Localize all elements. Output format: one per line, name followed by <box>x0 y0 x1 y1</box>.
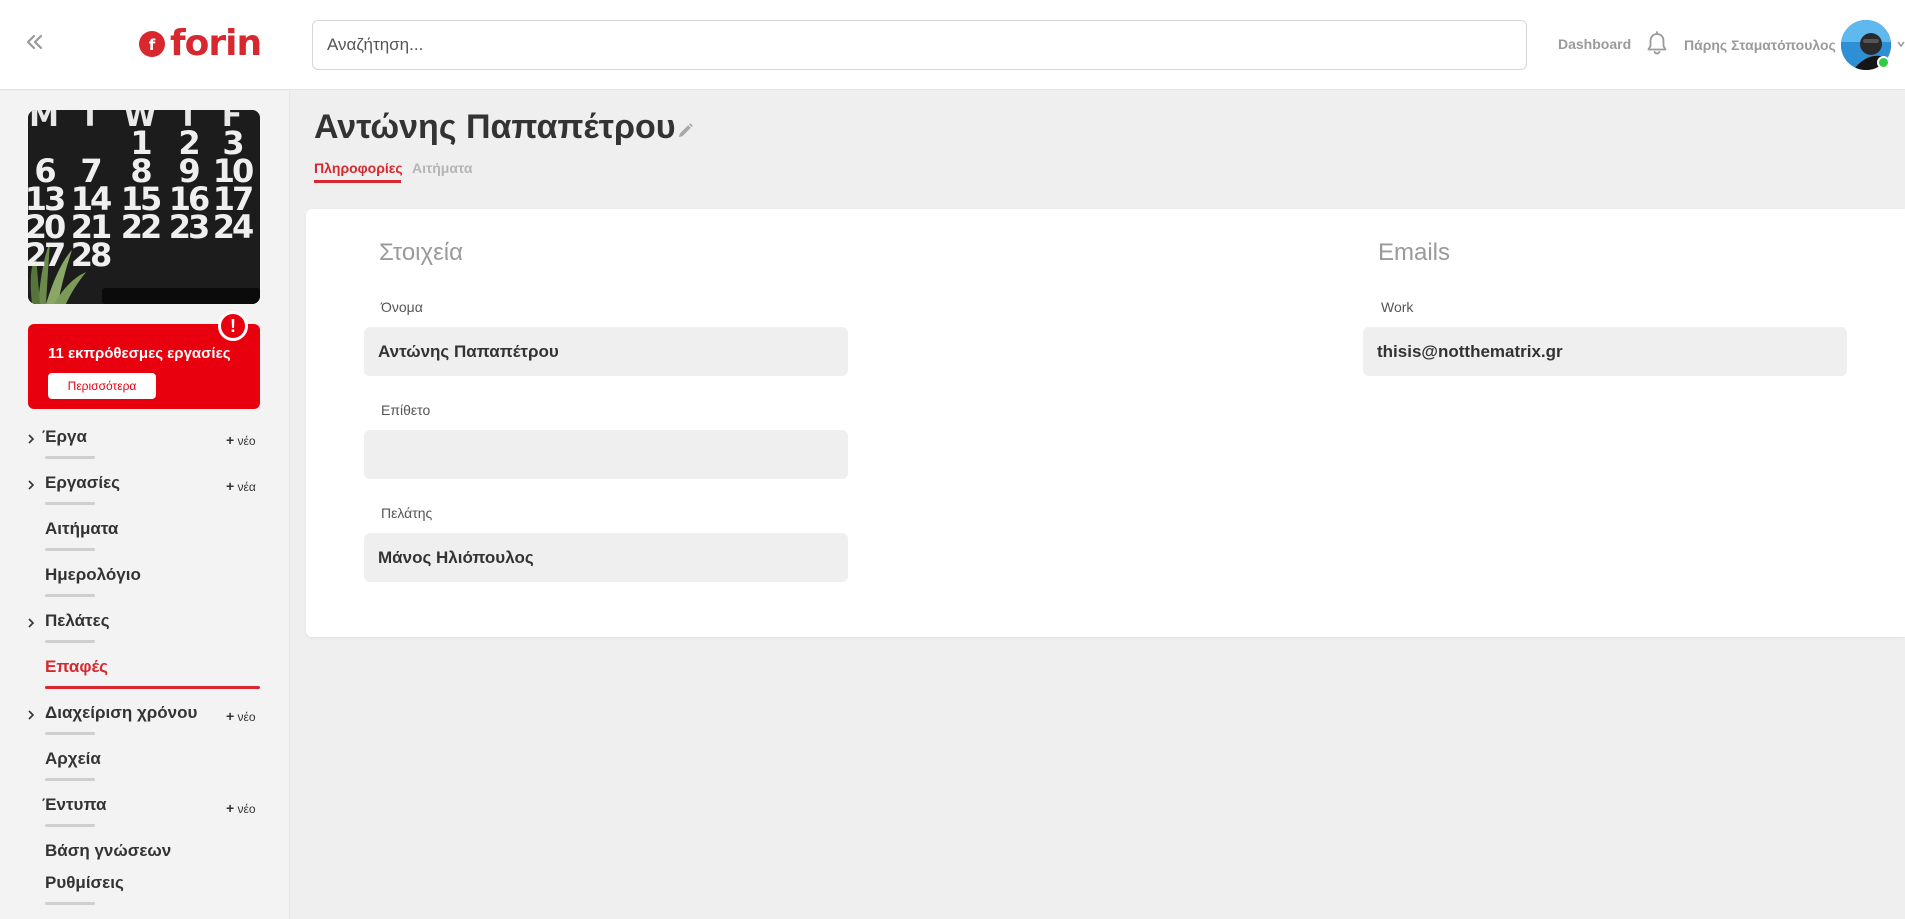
online-status-dot <box>1877 56 1890 69</box>
top-bar: f forin Dashboard Πάρης Σταματόπουλος <box>0 0 1905 90</box>
tab-active-underline <box>314 180 401 183</box>
sidebar-item-contacts[interactable]: Επαφές <box>0 653 290 693</box>
user-name[interactable]: Πάρης Σταματόπουλος <box>1684 37 1836 53</box>
chevron-right-icon[interactable] <box>26 617 36 629</box>
forin-logo-mark-icon: f <box>139 31 165 57</box>
sidebar-item-time-management[interactable]: Διαχείριση χρόνου + νέο <box>0 699 290 739</box>
add-new-label: νέο <box>237 710 256 724</box>
double-chevron-left-icon[interactable] <box>22 30 46 54</box>
chevron-down-icon[interactable] <box>1897 38 1905 50</box>
add-new-label: νέο <box>237 802 256 816</box>
last-name-label: Επίθετο <box>381 402 431 418</box>
sidebar-item-label: Βάση γνώσεων <box>45 841 172 860</box>
contact-details-card: Στοιχεία Όνομα Αντώνης Παπαπέτρου Επίθετ… <box>306 209 1905 637</box>
add-new-link[interactable]: + νέο <box>226 432 256 448</box>
dashboard-link[interactable]: Dashboard <box>1558 36 1631 52</box>
search-input[interactable] <box>312 20 1527 70</box>
sidebar-item-projects[interactable]: Έργα + νέο <box>0 423 290 463</box>
sidebar-item-files[interactable]: Αρχεία <box>0 745 290 785</box>
calendar-photo: MTWTF 1 2 3 6 7 8 9 10 13 14 15 16 17 20 21 22 23 24 27 28 <box>28 110 260 304</box>
page-title: Αντώνης Παπαπέτρου <box>314 108 676 146</box>
svg-text:f: f <box>149 36 156 54</box>
calendar-weekday-letter: M <box>29 110 59 134</box>
more-button[interactable]: Περισσότερα <box>48 373 156 399</box>
calendar-day-number: 27 <box>28 236 64 274</box>
logo-wordmark: forin <box>170 23 262 64</box>
sidebar-item-label: Έντυπα <box>42 795 107 814</box>
calendar-day-number: 22 <box>121 208 160 246</box>
nav-underline <box>45 824 95 827</box>
pencil-icon[interactable] <box>676 122 694 140</box>
nav-underline <box>45 640 95 643</box>
sidebar-item-label: Ρυθμίσεις <box>45 873 124 892</box>
add-new-link[interactable]: + νέα <box>226 478 256 494</box>
last-name-field[interactable] <box>364 430 848 479</box>
calendar-weekday-letter: T <box>80 110 101 134</box>
work-email-field[interactable]: thisis@notthematrix.gr <box>1363 327 1847 376</box>
nav-underline <box>45 594 95 597</box>
add-new-label: νέα <box>237 480 256 494</box>
sidebar-item-label: Εργασίες <box>45 473 121 492</box>
sidebar-item-tasks[interactable]: Εργασίες + νέα <box>0 469 290 509</box>
sidebar-item-label: Αιτήματα <box>45 519 119 538</box>
chevron-right-icon[interactable] <box>26 433 36 445</box>
calendar-photo-graphic: MTWTF 1 2 36 7 8 9 1013 14 15 16 1720 21 22 23 2427 28 <box>28 110 260 304</box>
client-label: Πελάτης <box>381 505 433 521</box>
sidebar-item-label: Διαχείριση χρόνου <box>45 703 198 722</box>
calendar-day-number: 24 <box>213 208 253 246</box>
work-email-label: Work <box>1381 299 1414 315</box>
nav-underline <box>45 902 95 905</box>
sidebar: MTWTF 1 2 3 6 7 8 9 10 13 14 15 16 17 20 21 22 23 24 27 28 … <box>0 91 290 919</box>
nav-active-underline <box>45 686 260 689</box>
sidebar-item-label: Ημερολόγιο <box>45 565 141 584</box>
sidebar-item-forms[interactable]: Έντυπα + νέο <box>0 791 290 831</box>
chevron-right-icon[interactable] <box>26 709 36 721</box>
first-name-label: Όνομα <box>381 299 423 315</box>
tab-info[interactable]: Πληροφορίες <box>314 160 403 176</box>
sidebar-item-settings[interactable]: Ρυθμίσεις <box>0 869 290 909</box>
nav-underline <box>45 456 95 459</box>
nav-underline <box>45 502 95 505</box>
calendar-day-number: 23 <box>169 208 208 246</box>
client-field[interactable]: Μάνος Ηλιόπουλος <box>364 533 848 582</box>
forin-logo[interactable]: f forin <box>138 23 262 64</box>
nav-underline <box>45 732 95 735</box>
sidebar-item-label: Αρχεία <box>45 749 101 768</box>
nav-underline <box>45 548 95 551</box>
add-new-link[interactable]: + νέο <box>226 800 256 816</box>
sidebar-item-label: Πελάτες <box>45 611 110 630</box>
emails-section-title: Emails <box>1378 239 1451 266</box>
sidebar-item-requests[interactable]: Αιτήματα <box>0 515 290 555</box>
chevron-right-icon[interactable] <box>26 479 36 491</box>
nav-underline <box>45 778 95 781</box>
sidebar-item-calendar[interactable]: Ημερολόγιο <box>0 561 290 601</box>
tab-requests[interactable]: Αιτήματα <box>412 160 472 176</box>
first-name-field[interactable]: Αντώνης Παπαπέτρου <box>364 327 848 376</box>
sidebar-item-clients[interactable]: Πελάτες <box>0 607 290 647</box>
sidebar-item-label: Επαφές <box>45 657 109 676</box>
details-section-title: Στοιχεία <box>379 239 464 266</box>
add-new-link[interactable]: + νέο <box>226 708 256 724</box>
sidebar-item-label: Έργα <box>42 427 87 446</box>
exclamation-icon: ! <box>218 311 248 341</box>
calendar-day-number: 28 <box>71 236 111 274</box>
overdue-tasks-text: 11 εκπρόθεσμες εργασίες <box>48 345 231 362</box>
add-new-label: νέο <box>237 434 256 448</box>
bell-icon[interactable] <box>1645 31 1669 57</box>
